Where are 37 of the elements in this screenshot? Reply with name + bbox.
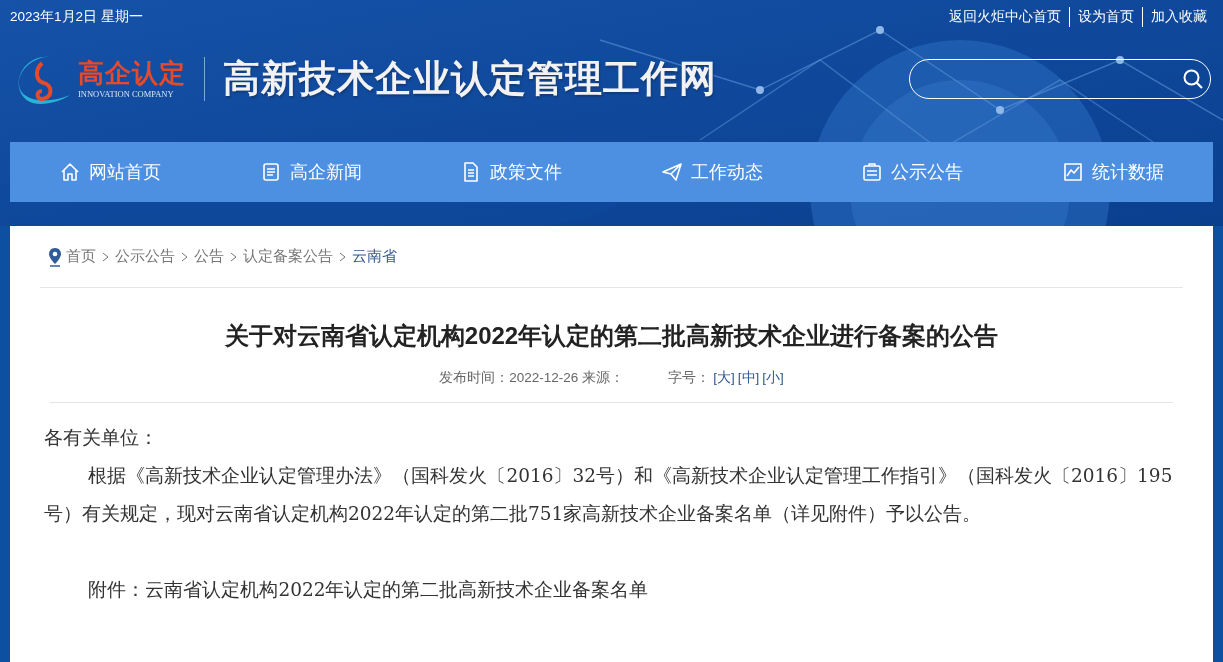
- breadcrumb-link[interactable]: 公示公告: [115, 245, 175, 268]
- breadcrumb-link[interactable]: 云南省: [352, 245, 397, 268]
- site-title: 高新技术企业认定管理工作网: [223, 55, 717, 103]
- search-icon[interactable]: [1182, 68, 1204, 90]
- chart-icon: [1061, 161, 1084, 183]
- breadcrumb-separator-icon: [230, 251, 237, 262]
- date-text: 2023年1月2日 星期一: [10, 7, 143, 26]
- font-size-link[interactable]: [中]: [737, 370, 760, 385]
- logo-text: 高企认定: [78, 59, 186, 86]
- font-size-link[interactable]: [大]: [713, 370, 735, 385]
- breadcrumb-separator-icon: [339, 251, 346, 262]
- nav-item[interactable]: 公示公告: [812, 158, 1013, 186]
- breadcrumb-link[interactable]: 首页: [66, 245, 96, 268]
- nav-item[interactable]: 统计数据: [1012, 158, 1213, 186]
- greeting-text: 各有关单位：: [44, 426, 159, 451]
- font-size-link[interactable]: [小]: [762, 370, 784, 385]
- source-label: 来源：: [582, 370, 625, 385]
- nav-item[interactable]: 高企新闻: [210, 158, 411, 186]
- nav-item[interactable]: 网站首页: [10, 158, 211, 186]
- breadcrumb-link[interactable]: 认定备案公告: [243, 245, 333, 268]
- breadcrumb-separator-icon: [102, 251, 109, 262]
- paper-plane-icon: [660, 161, 683, 183]
- nav-item[interactable]: 政策文件: [411, 158, 612, 186]
- attachment-text: 附件：云南省认定机构2022年认定的第二批高新技术企业备案名单: [87, 578, 650, 603]
- clipboard-icon: [861, 161, 884, 183]
- header-link[interactable]: 设为首页: [1069, 6, 1142, 28]
- font-size-label: 字号：: [668, 370, 711, 385]
- header-link[interactable]: 加入收藏: [1142, 6, 1207, 28]
- nav-item[interactable]: 工作动态: [611, 158, 812, 186]
- header-link[interactable]: 返回火炬中心首页: [941, 6, 1069, 28]
- location-pin-icon: [48, 246, 62, 267]
- body-paragraph: 根据《高新技术企业认定管理办法》（国科发火〔2016〕32号）和《高新技术企业认定管理工作指引》（国科发火〔2016〕195号）有关规定，现对云南省认定机构2022年认定的第二批751家高新技术企业备案名单（详见附件）予以公告。: [44, 464, 1174, 527]
- logo-subtext: INNOVATION COMPANY: [78, 89, 175, 99]
- breadcrumb-separator-icon: [181, 251, 188, 262]
- article-title: 关于对云南省认定机构2022年认定的第二批高新技术企业进行备案的公告: [223, 321, 1000, 351]
- publish-date: 发布时间：2022-12-26: [439, 370, 579, 385]
- breadcrumb-link[interactable]: 公告: [194, 245, 224, 268]
